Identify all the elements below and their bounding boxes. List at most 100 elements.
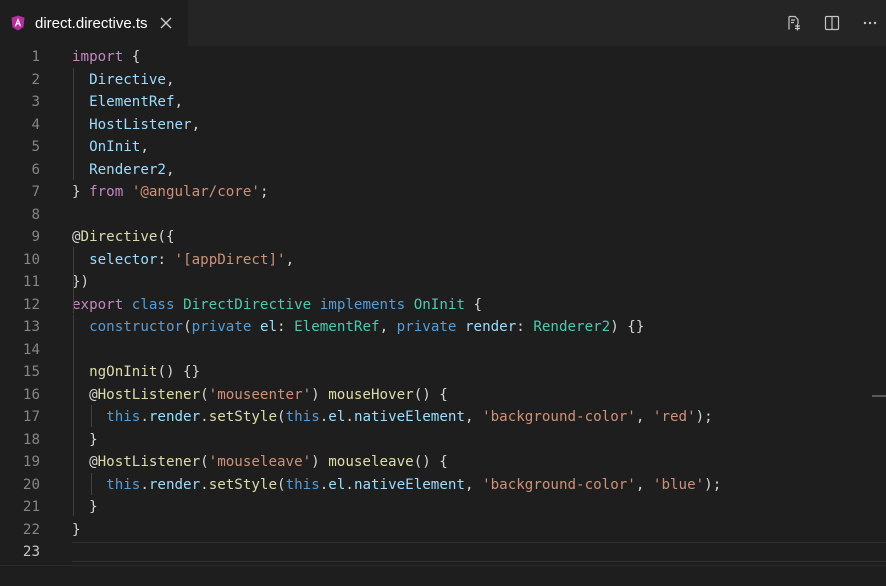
split-editor-icon[interactable] (822, 13, 842, 33)
code-line[interactable]: 21 } (0, 496, 886, 519)
code-line[interactable]: 17 this.render.setStyle(this.el.nativeEl… (0, 406, 886, 429)
code-token: , (174, 94, 184, 110)
editor-tab-bar: direct.directive.ts (0, 0, 886, 46)
line-number: 18 (22, 431, 40, 448)
code-token: , (165, 71, 175, 88)
code-line[interactable]: 14 (0, 339, 886, 362)
code-token: ( (183, 319, 192, 335)
code-line[interactable]: 13 constructor(private el: ElementRef, p… (0, 316, 886, 339)
line-number: 13 (22, 319, 40, 335)
close-icon[interactable] (158, 15, 174, 31)
code-text: } (72, 519, 81, 542)
code-text: } (72, 429, 98, 452)
more-actions-icon[interactable] (860, 13, 880, 33)
open-changes-icon[interactable] (784, 13, 804, 33)
code-token: Renderer2 (89, 161, 166, 178)
code-text: @Directive({ (72, 226, 175, 249)
line-number: 2 (31, 71, 40, 88)
code-token: () { (413, 454, 448, 470)
code-token: Directive (89, 71, 166, 88)
code-editor[interactable]: 1 import {2 Directive, 3 ElementRef, 4 Host… (0, 46, 886, 586)
code-token: ElementRef (294, 319, 380, 335)
code-line[interactable]: 6 Renderer2, (0, 159, 886, 182)
indent-guide (91, 405, 92, 427)
code-token: constructor (89, 319, 184, 335)
code-token: 'mouseenter' (208, 386, 312, 403)
code-token: HostListener (97, 454, 201, 470)
code-line[interactable]: 20 this.render.setStyle(this.el.nativeEl… (0, 474, 886, 497)
code-line[interactable]: 3 ElementRef, (0, 91, 886, 114)
code-token: el (328, 409, 346, 425)
code-token: { (464, 296, 483, 313)
code-token: , (635, 409, 653, 425)
code-line[interactable]: 7} from '@angular/core'; (0, 181, 886, 204)
code-line[interactable]: 22} (0, 519, 886, 542)
code-line[interactable]: 9 @Directive({ (0, 226, 886, 249)
code-text: Renderer2, (72, 159, 174, 182)
code-token: . (319, 409, 329, 425)
code-line[interactable]: 16 @HostListener('mouseenter') mouseHove… (0, 384, 886, 407)
code-token: . (140, 409, 149, 425)
code-token: HostListener (89, 116, 192, 133)
code-line[interactable]: 5 OnInit, (0, 136, 886, 159)
code-text: import { (72, 46, 140, 69)
code-text: ngOnInit() {} (72, 361, 200, 384)
code-line[interactable]: 18 } (0, 429, 886, 452)
code-line[interactable]: 15 ngOnInit() {} (0, 361, 886, 384)
code-line[interactable]: 11}) (0, 271, 886, 294)
code-token: . (345, 409, 354, 425)
code-text: } (72, 496, 98, 519)
code-token: selector (89, 251, 158, 268)
code-token: } (72, 184, 90, 200)
code-line[interactable]: 8 (0, 204, 886, 227)
code-token: ); (695, 409, 713, 425)
horizontal-scrollbar[interactable] (0, 565, 886, 586)
code-line[interactable]: 2 Directive, (0, 69, 886, 92)
code-token: () { (413, 386, 448, 403)
code-token: ); (704, 476, 722, 493)
code-token: this (106, 409, 141, 425)
code-line[interactable]: 12 export class DirectDirective implement… (0, 294, 886, 317)
code-token: @ (72, 386, 98, 403)
indent-guide (73, 315, 74, 516)
code-token: ( (200, 386, 209, 403)
code-token: : (157, 251, 175, 268)
code-token: , (140, 139, 149, 155)
code-token: OnInit (413, 296, 465, 313)
code-line[interactable]: 4 HostListener, (0, 114, 886, 137)
code-line[interactable]: 1 import { (0, 46, 886, 69)
code-line[interactable]: 10 selector: '[appDirect]', (0, 249, 886, 272)
line-number: 21 (22, 499, 40, 515)
code-token: from (89, 184, 124, 200)
code-token: ) (311, 386, 329, 403)
code-token: export (72, 296, 124, 313)
editor-tab[interactable]: direct.directive.ts (0, 0, 188, 46)
code-line[interactable]: 23 (0, 541, 886, 564)
code-token: 'background-color' (482, 409, 636, 425)
code-token: . (200, 409, 209, 425)
code-token: ngOnInit (89, 364, 158, 380)
line-number: 22 (22, 521, 40, 538)
code-text: selector: '[appDirect]', (72, 249, 294, 272)
code-token: import (72, 49, 124, 65)
code-text: export class DirectDirective implements … (72, 294, 482, 317)
editor-actions (784, 0, 886, 46)
line-number: 19 (22, 454, 40, 470)
code-token: 'background-color' (482, 476, 636, 493)
line-number: 20 (22, 476, 40, 493)
code-line[interactable]: 19 @HostListener('mouseleave') mouseleav… (0, 451, 886, 474)
code-token: , (635, 476, 653, 493)
code-token: , (379, 319, 397, 335)
code-token: } (72, 431, 98, 448)
scrollbar-marker[interactable] (872, 395, 886, 397)
code-token: } (72, 521, 81, 538)
code-token: ( (277, 476, 286, 493)
